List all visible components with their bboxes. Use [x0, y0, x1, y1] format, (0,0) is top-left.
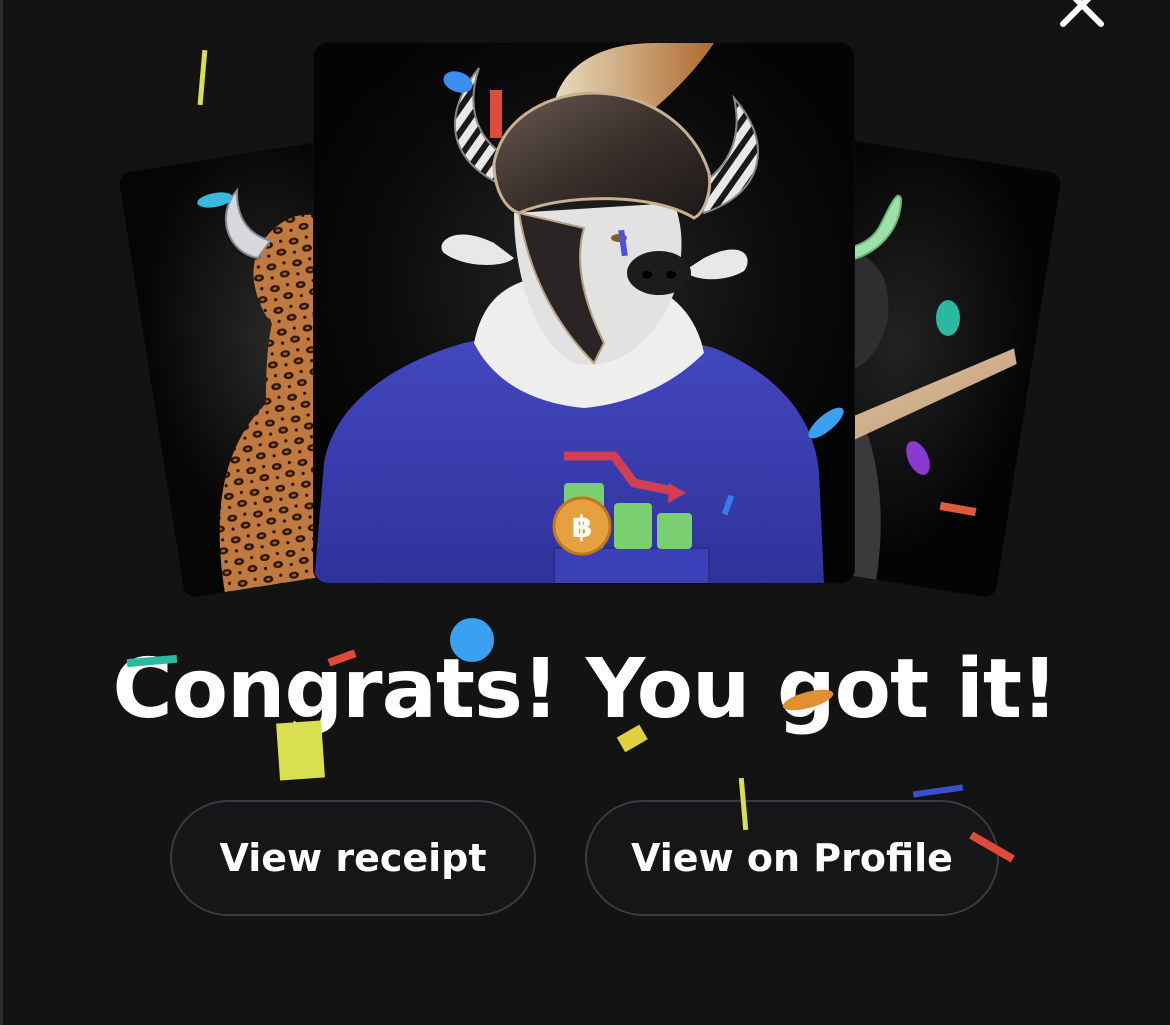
success-headline: Congrats! You got it! — [112, 642, 1059, 737]
gladiator-bull-artwork: ฿ — [314, 43, 854, 583]
window-edge — [0, 0, 3, 1025]
nft-card-featured[interactable]: ฿ — [314, 43, 854, 583]
view-on-profile-button[interactable]: View on Profile — [585, 800, 999, 916]
close-icon — [1060, 0, 1104, 27]
view-receipt-button[interactable]: View receipt — [170, 800, 536, 916]
close-button[interactable] — [1050, 0, 1112, 34]
purchase-success-screen: ฿ Congrats! You got it! View receipt Vie… — [0, 0, 1170, 1025]
svg-text:฿: ฿ — [572, 510, 593, 545]
